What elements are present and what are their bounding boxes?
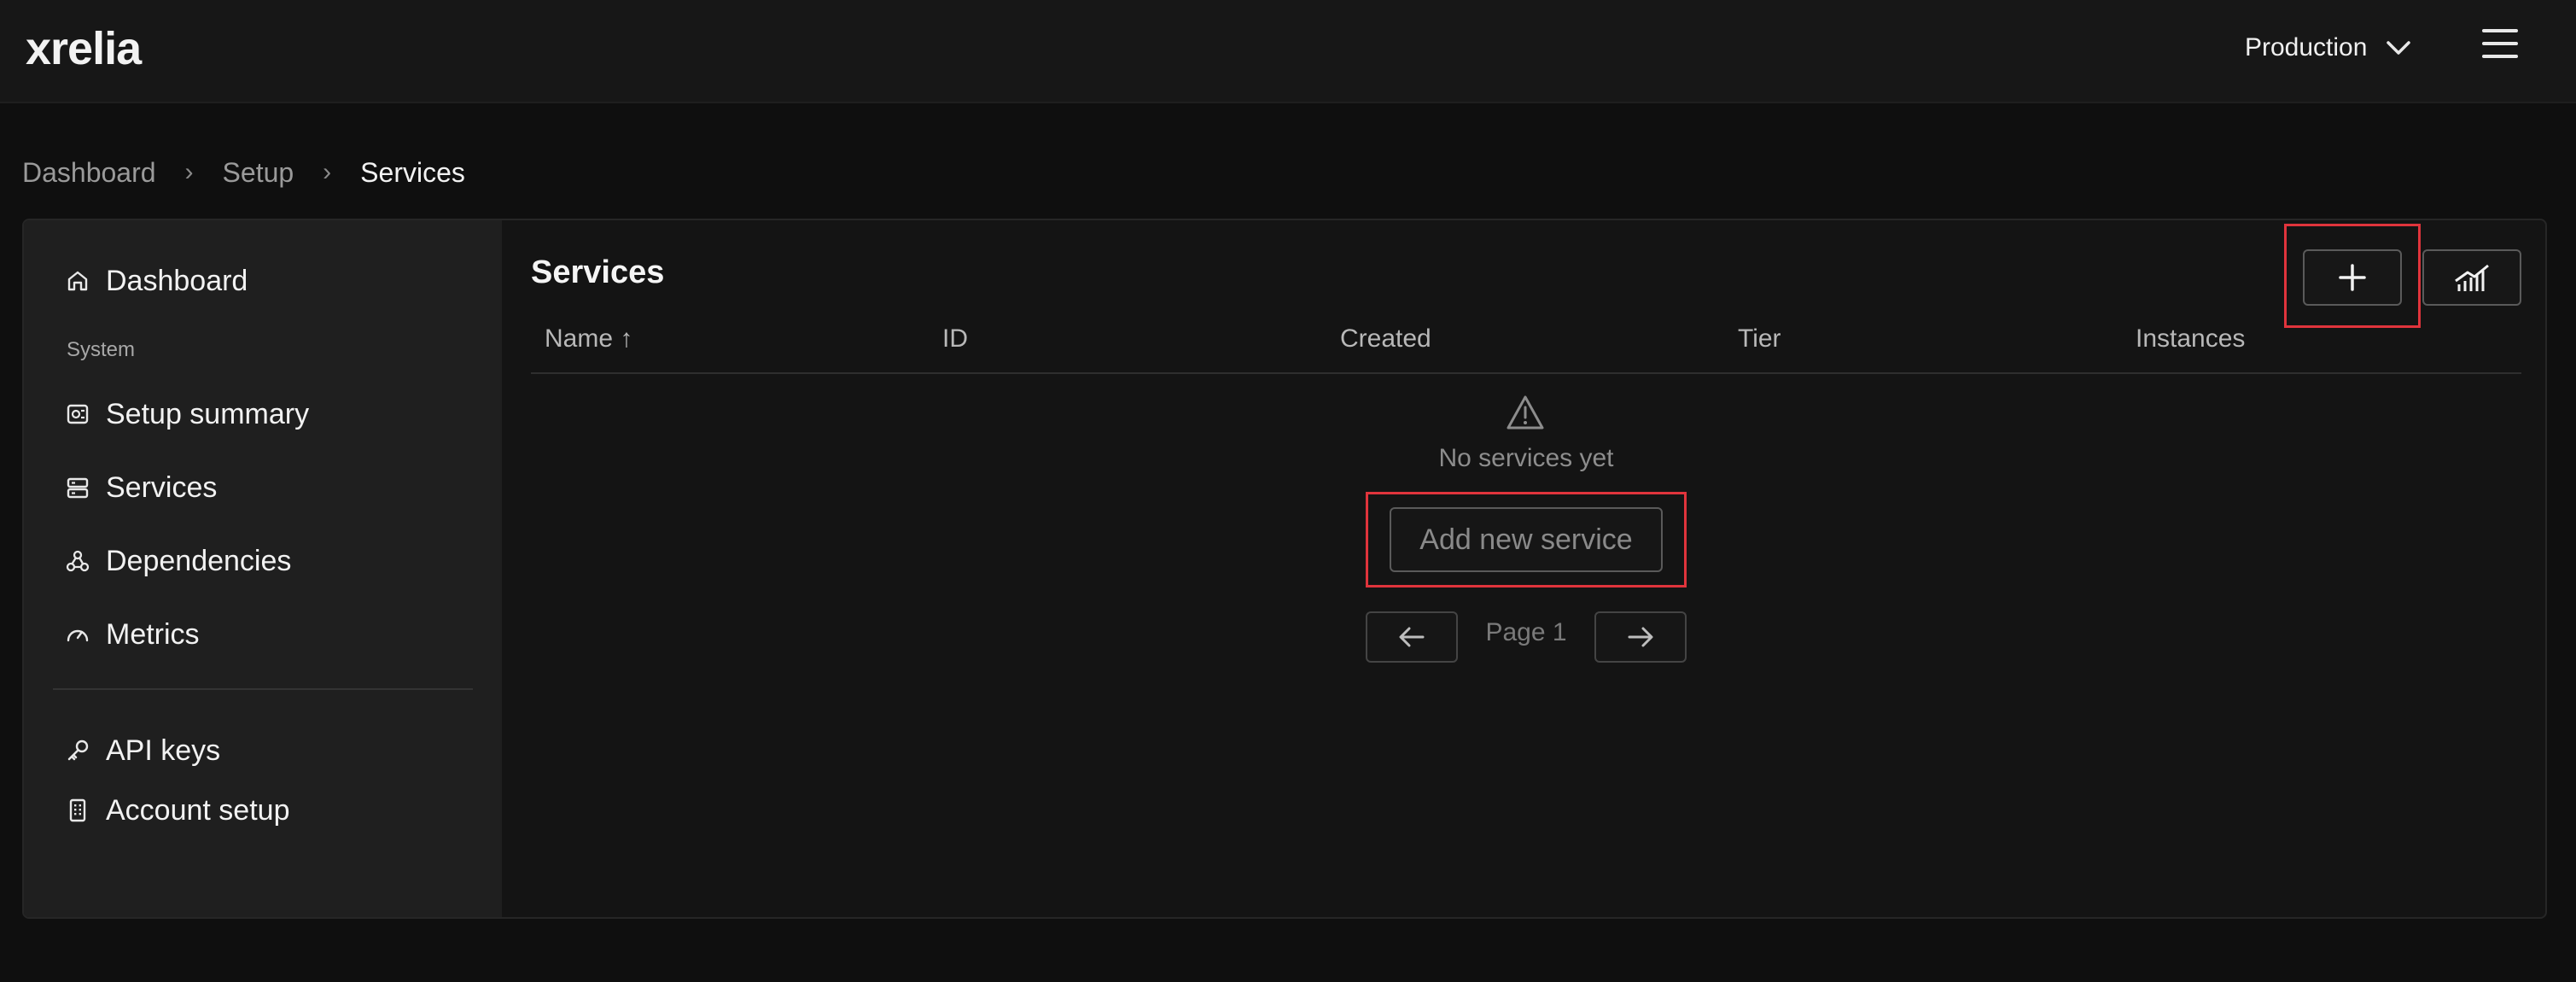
page-title: Services [531,254,665,290]
breadcrumb: Dashboard › Setup › Services [22,154,465,191]
key-icon [67,739,89,761]
breadcrumb-services: Services [360,156,465,188]
home-icon [67,271,88,291]
sidebar-item-account-setup[interactable]: Account setup [65,789,289,832]
hamburger-menu-icon[interactable] [2482,29,2518,63]
sidebar-item-label: Setup summary [106,397,310,430]
column-header-name[interactable]: Name ↑ [545,324,632,354]
setup-summary-icon [67,404,89,424]
top-bar: xrelia Production [0,0,2576,103]
main-content: Services Name ↑ ID Created Tier Instance… [502,220,2545,917]
sidebar-item-dependencies[interactable]: Dependencies [65,540,291,582]
section-label-system: System [67,338,136,361]
page-indicator: Page 1 [1485,618,1567,646]
sidebar-item-dashboard[interactable]: Dashboard [65,260,248,302]
app-logo[interactable]: xrelia [26,22,142,75]
webhook-icon [66,550,90,572]
sidebar-item-label: Services [106,471,218,504]
sidebar-item-setup-summary[interactable]: Setup summary [65,393,309,435]
breadcrumb-separator: › [184,158,194,186]
breadcrumb-setup[interactable]: Setup [223,157,294,189]
column-header-instances[interactable]: Instances [2136,324,2245,354]
environment-label: Production [2245,33,2368,61]
column-header-name-label: Name [545,324,614,353]
chevron-down-icon [2387,41,2411,55]
server-icon [67,477,89,499]
building-icon [69,798,86,822]
next-page-button[interactable] [1594,611,1687,663]
column-header-created[interactable]: Created [1340,324,1431,354]
sidebar-item-label: Metrics [106,617,200,651]
add-service-icon-button[interactable] [2303,249,2402,306]
arrow-left-icon [1399,627,1425,647]
sidebar-divider [53,688,473,690]
add-new-service-button[interactable]: Add new service [1390,507,1663,572]
sidebar: Dashboard System Setup summary Services [24,220,502,917]
stats-button[interactable] [2422,249,2521,306]
warning-icon [1507,395,1544,430]
chart-icon [2455,264,2489,291]
column-header-id[interactable]: ID [942,324,968,354]
gauge-icon [67,629,89,642]
content-panel: Dashboard System Setup summary Services [22,219,2547,919]
sidebar-item-api-keys[interactable]: API keys [65,729,220,772]
breadcrumb-dashboard[interactable]: Dashboard [22,157,156,189]
breadcrumb-separator: › [323,158,332,186]
sidebar-item-label: Dependencies [106,544,292,577]
sort-ascending-icon: ↑ [620,324,633,353]
sidebar-item-label: API keys [106,734,221,767]
sidebar-item-services[interactable]: Services [65,466,217,509]
sidebar-item-label: Account setup [106,793,290,827]
arrow-right-icon [1628,627,1653,647]
empty-state-text: No services yet [1438,444,1614,472]
table-header: Name ↑ ID Created Tier Instances [531,323,2521,374]
sidebar-item-metrics[interactable]: Metrics [65,613,200,656]
column-header-tier[interactable]: Tier [1738,324,1781,354]
environment-select[interactable]: Production [2245,26,2411,70]
plus-icon [2339,264,2366,291]
sidebar-item-label: Dashboard [106,264,248,297]
previous-page-button[interactable] [1366,611,1458,663]
